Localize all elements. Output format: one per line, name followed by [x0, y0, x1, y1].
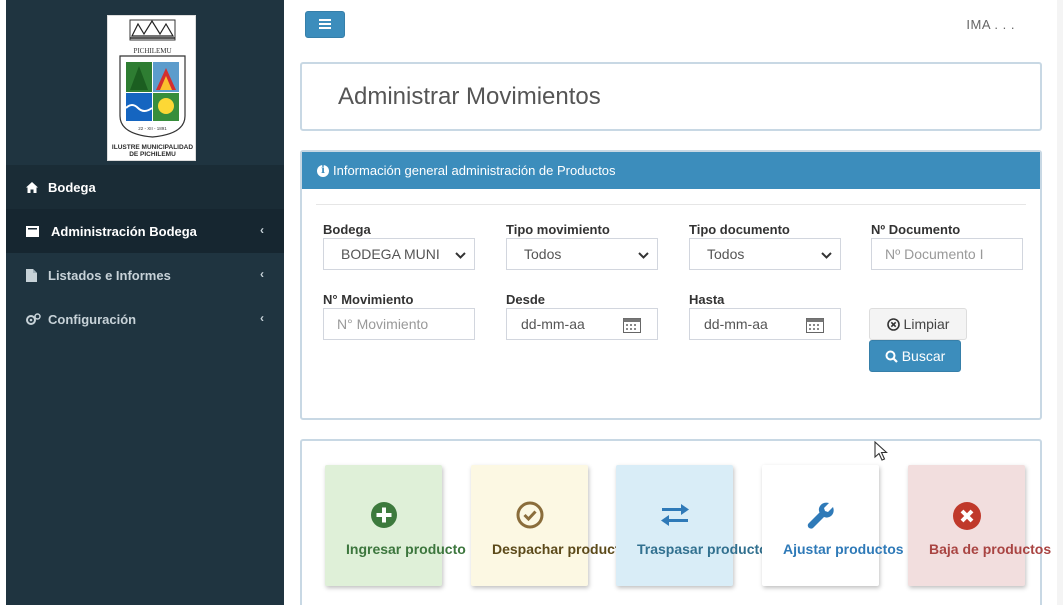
info-icon: i: [317, 164, 329, 177]
sidebar-item-administracion-bodega[interactable]: Administración Bodega ‹: [6, 209, 284, 253]
logo-caption-line2: DE PICHILEMU: [129, 151, 176, 158]
mouse-pointer-icon: [874, 440, 888, 466]
sidebar-item-configuracion[interactable]: Configuración ‹: [6, 297, 284, 341]
file-icon: [26, 268, 48, 282]
calendar-icon[interactable]: [806, 317, 824, 336]
exchange-icon: [616, 501, 733, 529]
card-label: Ingresar producto: [346, 541, 466, 557]
desde-value: dd-mm-aa: [521, 316, 585, 332]
chevron-left-icon: ‹: [260, 267, 264, 281]
sidebar-item-bodega[interactable]: Bodega: [6, 165, 284, 209]
check-circle-icon: [471, 501, 588, 529]
times-circle-icon: [908, 501, 1025, 531]
tipo-movimiento-value: Todos: [524, 246, 562, 262]
panel-header: i Información general administración de …: [302, 152, 1040, 189]
menu-toggle-button[interactable]: [305, 11, 345, 38]
numero-movimiento-label: N° Movimiento: [323, 292, 414, 307]
bodega-label: Bodega: [323, 222, 371, 237]
chevron-down-icon: [638, 248, 649, 264]
bodega-value: BODEGA MUNI: [341, 246, 440, 262]
hasta-date-input[interactable]: dd-mm-aa: [689, 308, 841, 340]
book-icon: [26, 225, 51, 237]
sidebar-item-label: Listados e Informes: [48, 267, 171, 283]
logo-area: PICHILEMU 22 - XII - 1891 ILUSTRE MUNICI…: [6, 0, 284, 165]
hasta-label: Hasta: [689, 292, 725, 307]
chevron-down-icon: [455, 248, 466, 264]
sidebar-item-listados-informes[interactable]: Listados e Informes ‹: [6, 253, 284, 297]
limpiar-button[interactable]: Limpiar: [869, 308, 967, 340]
limpiar-label: Limpiar: [903, 316, 950, 332]
municipality-logo[interactable]: PICHILEMU 22 - XII - 1891 ILUSTRE MUNICI…: [107, 15, 196, 161]
actions-panel: Ingresar producto Despachar productos Tr…: [300, 439, 1051, 605]
sidebar: PICHILEMU 22 - XII - 1891 ILUSTRE MUNICI…: [6, 0, 284, 605]
search-icon: [885, 350, 898, 363]
top-bar: IMA . . .: [284, 0, 1063, 46]
page-title: Administrar Movimientos: [338, 83, 601, 110]
card-label: Baja de productos: [929, 541, 1052, 557]
hasta-value: dd-mm-aa: [704, 316, 768, 332]
info-panel: i Información general administración de …: [300, 150, 1042, 420]
app-window: PICHILEMU 22 - XII - 1891 ILUSTRE MUNICI…: [0, 0, 1063, 605]
numero-movimiento-placeholder: N° Movimiento: [337, 316, 429, 332]
tipo-documento-value: Todos: [707, 246, 745, 262]
tipo-documento-select[interactable]: Todos: [689, 238, 841, 270]
chevron-down-icon: [821, 248, 832, 264]
hamburger-icon: [319, 16, 331, 34]
numero-documento-label: Nº Documento: [871, 222, 961, 237]
card-label: Despachar productos: [492, 541, 636, 557]
sidebar-nav: Bodega Administración Bodega ‹ Listados …: [6, 165, 284, 341]
wrench-icon: [762, 501, 879, 531]
page-title-box: Administrar Movimientos: [300, 62, 1042, 131]
buscar-button[interactable]: Buscar: [869, 340, 961, 372]
buscar-label: Buscar: [901, 348, 946, 364]
traspasar-productos-card[interactable]: Traspasar productos: [616, 465, 776, 586]
home-icon: [26, 181, 48, 193]
divider: [316, 204, 1026, 205]
sidebar-item-label: Administración Bodega: [51, 223, 197, 239]
panel-heading: Información general administración de Pr…: [333, 163, 616, 178]
user-menu[interactable]: IMA . . .: [966, 17, 1015, 32]
card-label: Traspasar productos: [637, 541, 776, 557]
tipo-documento-label: Tipo documento: [689, 222, 790, 237]
numero-documento-input[interactable]: Nº Documento I: [871, 238, 1023, 270]
page-scrollbar[interactable]: [1057, 0, 1063, 605]
logo-date-text: 22 - XII - 1891: [138, 126, 167, 131]
bodega-select[interactable]: BODEGA MUNI: [323, 238, 475, 270]
numero-documento-placeholder: Nº Documento I: [885, 246, 984, 262]
plus-circle-icon: [325, 501, 442, 529]
tipo-movimiento-label: Tipo movimiento: [506, 222, 610, 237]
tipo-movimiento-select[interactable]: Todos: [506, 238, 658, 270]
sidebar-item-label: Bodega: [48, 179, 96, 195]
cogs-icon: [26, 313, 48, 325]
desde-label: Desde: [506, 292, 546, 307]
sidebar-item-label: Configuración: [48, 311, 137, 327]
coat-of-arms-icon: PICHILEMU 22 - XII - 1891: [119, 19, 186, 138]
logo-caption-line1: ILUSTRE MUNICIPALIDAD: [111, 144, 194, 151]
numero-movimiento-input[interactable]: N° Movimiento: [323, 308, 475, 340]
chevron-left-icon: ‹: [260, 223, 264, 237]
clear-circle-icon: [886, 317, 900, 331]
logo-top-text: PICHILEMU: [133, 47, 171, 55]
baja-productos-card[interactable]: Baja de productos: [908, 465, 1051, 586]
calendar-icon[interactable]: [623, 317, 641, 336]
ajustar-productos-card[interactable]: Ajustar productos: [762, 465, 904, 586]
chevron-left-icon: ‹: [260, 311, 264, 325]
card-label: Ajustar productos: [783, 541, 904, 557]
ingresar-productos-card[interactable]: Ingresar producto: [325, 465, 466, 586]
despachar-productos-card[interactable]: Despachar productos: [471, 465, 636, 586]
desde-date-input[interactable]: dd-mm-aa: [506, 308, 658, 340]
